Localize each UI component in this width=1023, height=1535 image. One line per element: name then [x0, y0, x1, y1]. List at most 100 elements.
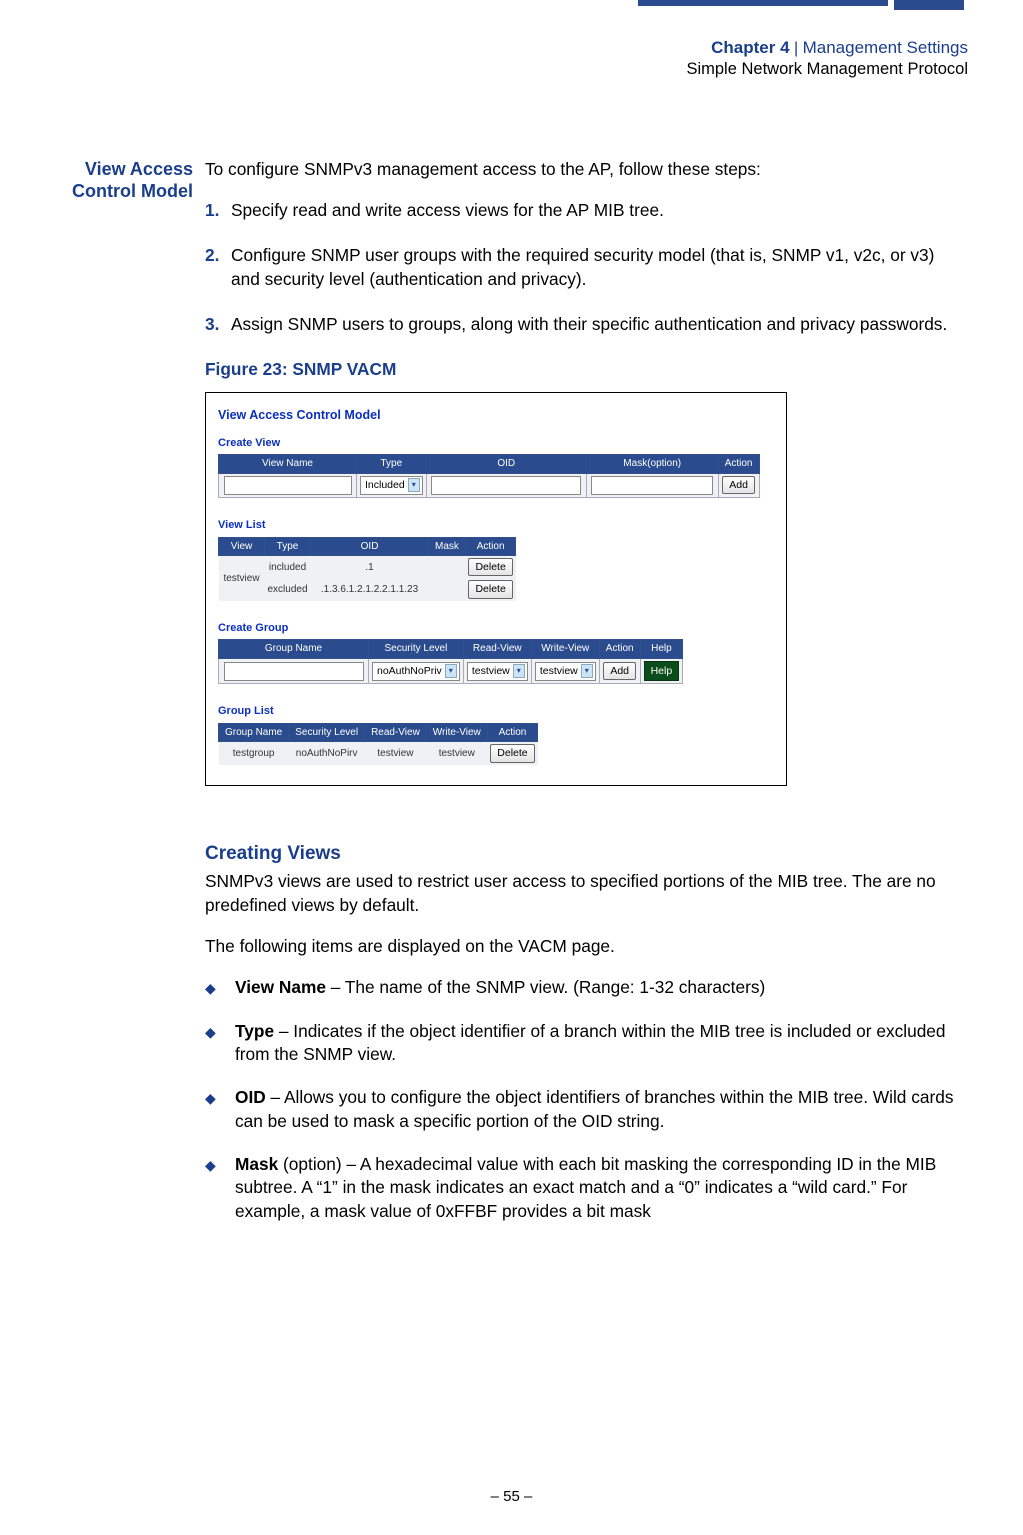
vl-col-mask: Mask: [429, 537, 466, 556]
gl-col-write: Write-View: [426, 723, 487, 742]
mask-input[interactable]: [591, 476, 713, 495]
col-type: Type: [357, 455, 427, 474]
chapter-name: Management Settings: [803, 38, 968, 57]
create-group-table: Group Name Security Level Read-View Writ…: [218, 639, 683, 684]
vl-col-view: View: [219, 537, 265, 556]
chapter-label: Chapter 4: [711, 38, 789, 57]
vl-col-oid: OID: [311, 537, 429, 556]
side-heading: View Access Control Model: [35, 158, 205, 1243]
delete-button[interactable]: Delete: [468, 580, 512, 598]
cv-paragraph-2: The following items are displayed on the…: [205, 935, 968, 958]
panel-title: View Access Control Model: [218, 407, 774, 424]
chevron-down-icon: ▾: [445, 664, 457, 678]
page-footer: – 55 –: [0, 1488, 1023, 1505]
bullet-text: OID – Allows you to configure the object…: [235, 1086, 968, 1133]
view-list-table: View Type OID Mask Action testview inclu…: [218, 537, 516, 601]
oid-input[interactable]: [431, 476, 581, 495]
intro-text: To configure SNMPv3 management access to…: [205, 158, 968, 181]
write-view-select[interactable]: testview ▾: [535, 662, 596, 681]
cg-col-group: Group Name: [219, 640, 369, 659]
step-item: 3. Assign SNMP users to groups, along wi…: [205, 313, 968, 336]
list-item: ◆ Mask (option) – A hexadecimal value wi…: [205, 1153, 968, 1223]
group-name-input[interactable]: [224, 662, 364, 681]
cg-col-read: Read-View: [463, 640, 531, 659]
bullet-text: View Name – The name of the SNMP view. (…: [235, 976, 968, 999]
vl-col-type: Type: [265, 537, 311, 556]
bullet-text: Mask (option) – A hexadecimal value with…: [235, 1153, 968, 1223]
gl-sec: noAuthNoPirv: [289, 742, 365, 765]
cv-bullet-list: ◆ View Name – The name of the SNMP view.…: [205, 976, 968, 1223]
vl-type: included: [265, 556, 311, 579]
vl-oid: .1: [311, 556, 429, 579]
gl-read: testview: [365, 742, 427, 765]
chevron-down-icon: ▾: [408, 478, 420, 492]
table-row: testview included .1 Delete: [219, 556, 516, 579]
gl-col-action: Action: [487, 723, 537, 742]
add-button[interactable]: Add: [603, 662, 636, 680]
create-view-title: Create View: [218, 436, 774, 451]
col-mask: Mask(option): [586, 455, 718, 474]
add-button[interactable]: Add: [722, 476, 755, 494]
security-level-select[interactable]: noAuthNoPriv ▾: [372, 662, 460, 681]
read-view-select[interactable]: testview ▾: [467, 662, 528, 681]
type-select[interactable]: Included ▾: [360, 476, 423, 495]
cg-col-sec: Security Level: [369, 640, 464, 659]
header-separator: |: [790, 40, 803, 57]
view-name-input[interactable]: [224, 476, 352, 495]
header-accent: [638, 0, 968, 20]
section-name: Simple Network Management Protocol: [35, 59, 968, 80]
delete-button[interactable]: Delete: [468, 558, 512, 576]
cv-paragraph-1: SNMPv3 views are used to restrict user a…: [205, 870, 968, 917]
vl-view: testview: [219, 556, 265, 601]
diamond-bullet-icon: ◆: [205, 1086, 235, 1133]
diamond-bullet-icon: ◆: [205, 1153, 235, 1223]
help-button[interactable]: Help: [644, 661, 680, 681]
col-action: Action: [718, 455, 759, 474]
diamond-bullet-icon: ◆: [205, 1020, 235, 1067]
vl-mask: [429, 578, 466, 600]
vl-mask: [429, 556, 466, 579]
create-view-table: View Name Type OID Mask(option) Action I…: [218, 454, 760, 498]
chevron-down-icon: ▾: [581, 664, 593, 678]
gl-col-group: Group Name: [219, 723, 289, 742]
cg-col-action: Action: [599, 640, 640, 659]
step-number: 1.: [205, 199, 231, 222]
chevron-down-icon: ▾: [513, 664, 525, 678]
step-number: 2.: [205, 244, 231, 291]
gl-write: testview: [426, 742, 487, 765]
creating-views-heading: Creating Views: [205, 841, 968, 867]
group-list-table: Group Name Security Level Read-View Writ…: [218, 723, 538, 765]
running-header: Chapter 4 | Management Settings Simple N…: [35, 37, 968, 80]
gl-group: testgroup: [219, 742, 289, 765]
list-item: ◆ Type – Indicates if the object identif…: [205, 1020, 968, 1067]
step-text: Configure SNMP user groups with the requ…: [231, 244, 968, 291]
vl-oid: .1.3.6.1.2.1.2.2.1.1.23: [311, 578, 429, 600]
figure-caption: Figure 23: SNMP VACM: [205, 358, 968, 381]
bullet-text: Type – Indicates if the object identifie…: [235, 1020, 968, 1067]
vl-col-action: Action: [465, 537, 515, 556]
type-select-value: Included: [365, 478, 405, 492]
cg-col-help: Help: [640, 640, 683, 659]
step-text: Specify read and write access views for …: [231, 199, 968, 222]
step-item: 1. Specify read and write access views f…: [205, 199, 968, 222]
vl-type: excluded: [265, 578, 311, 600]
security-level-value: noAuthNoPriv: [377, 664, 442, 678]
group-list-title: Group List: [218, 704, 774, 719]
gl-col-sec: Security Level: [289, 723, 365, 742]
create-group-title: Create Group: [218, 621, 774, 636]
step-item: 2. Configure SNMP user groups with the r…: [205, 244, 968, 291]
view-list-title: View List: [218, 518, 774, 533]
list-item: ◆ OID – Allows you to configure the obje…: [205, 1086, 968, 1133]
step-number: 3.: [205, 313, 231, 336]
col-view-name: View Name: [219, 455, 357, 474]
list-item: ◆ View Name – The name of the SNMP view.…: [205, 976, 968, 999]
col-oid: OID: [426, 455, 586, 474]
diamond-bullet-icon: ◆: [205, 976, 235, 999]
cg-col-write: Write-View: [531, 640, 599, 659]
write-view-value: testview: [540, 664, 578, 678]
read-view-value: testview: [472, 664, 510, 678]
delete-button[interactable]: Delete: [490, 744, 534, 762]
steps-list: 1. Specify read and write access views f…: [205, 199, 968, 336]
gl-col-read: Read-View: [365, 723, 427, 742]
figure-snmp-vacm: View Access Control Model Create View Vi…: [205, 392, 787, 786]
